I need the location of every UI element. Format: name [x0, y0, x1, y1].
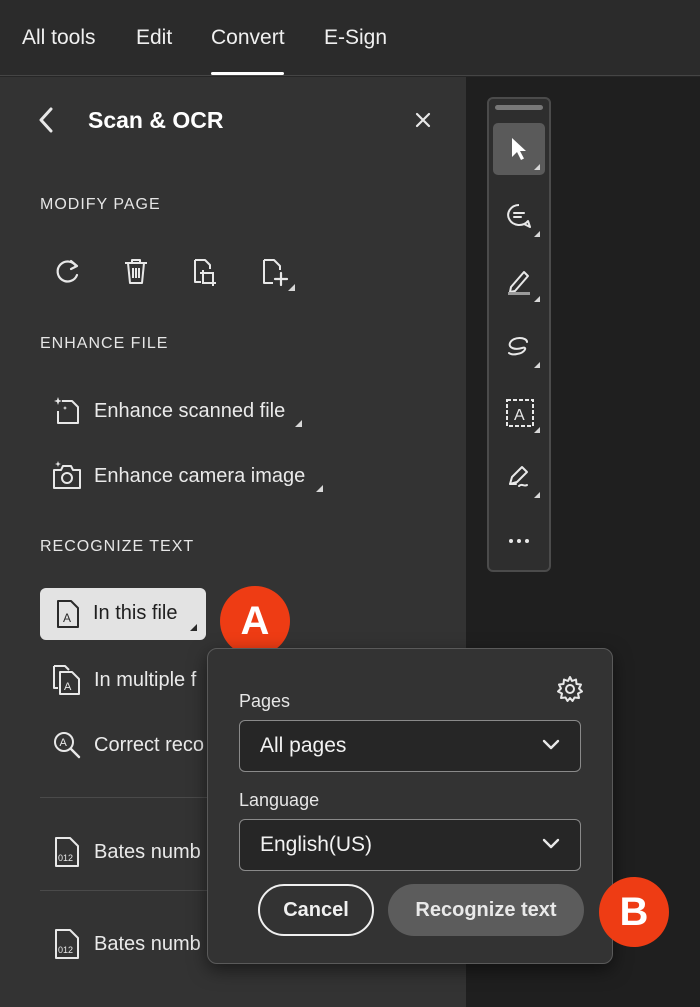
submenu-indicator: [534, 296, 540, 302]
recognize-text-button[interactable]: Recognize text: [388, 884, 584, 936]
select-tool-button[interactable]: [493, 123, 545, 175]
active-tab-indicator: [211, 72, 284, 75]
toolbar-grip[interactable]: [495, 105, 543, 110]
recognize-text-heading: RECOGNIZE TEXT: [40, 538, 195, 555]
text-select-icon: A: [506, 399, 534, 427]
tab-all-tools[interactable]: All tools: [22, 26, 96, 50]
comment-icon: [507, 204, 531, 228]
svg-text:A: A: [64, 681, 72, 693]
crop-page-icon[interactable]: [189, 256, 221, 288]
submenu-indicator: [534, 427, 540, 433]
callout-badge-a: A: [220, 586, 290, 656]
bates-number-icon: 012: [55, 837, 79, 867]
bates-numbering-item[interactable]: Bates numb: [94, 841, 201, 864]
modify-page-heading: MODIFY PAGE: [40, 196, 161, 213]
pages-select[interactable]: All pages: [239, 720, 581, 772]
correct-text-icon: A: [54, 732, 81, 759]
callout-badge-b: B: [599, 877, 669, 947]
sign-icon: [509, 466, 528, 487]
draw-lasso-icon: [508, 337, 528, 356]
select-pointer-icon: [512, 138, 526, 160]
highlight-tool-button[interactable]: [493, 255, 545, 307]
enhance-camera-icon: [53, 461, 81, 489]
enhance-scan-icon: [54, 397, 79, 424]
highlight-icon: [508, 271, 530, 295]
svg-text:012: 012: [58, 945, 73, 955]
chevron-down-icon: [542, 838, 560, 849]
comment-tool-button[interactable]: [493, 190, 545, 242]
submenu-indicator: [190, 624, 197, 631]
correct-recognized-text-item[interactable]: Correct reco: [94, 734, 204, 757]
panel-title: Scan & OCR: [88, 107, 224, 133]
chevron-down-icon: [542, 739, 560, 750]
text-file-icon: A: [57, 600, 79, 628]
enhance-scanned-file-item[interactable]: Enhance scanned file: [94, 400, 285, 423]
submenu-indicator: [316, 485, 323, 492]
draw-tool-button[interactable]: [493, 321, 545, 373]
in-this-file-label: In this file: [93, 602, 178, 624]
in-multiple-files-item[interactable]: In multiple f: [94, 669, 196, 692]
svg-text:A: A: [63, 611, 71, 625]
submenu-indicator: [534, 164, 540, 170]
cancel-button[interactable]: Cancel: [258, 884, 374, 936]
gear-icon[interactable]: [556, 675, 584, 703]
svg-text:A: A: [60, 737, 68, 749]
chevron-left-icon[interactable]: [34, 107, 60, 133]
submenu-indicator: [534, 362, 540, 368]
svg-text:A: A: [514, 407, 525, 424]
more-tools-button[interactable]: [493, 515, 545, 567]
language-select[interactable]: English(US): [239, 819, 581, 871]
pages-select-value: All pages: [260, 734, 347, 757]
top-tab-bar: All tools Edit Convert E-Sign: [0, 0, 700, 76]
recognize-text-popover: Pages All pages Language English(US) Can…: [207, 648, 613, 964]
text-select-tool-button[interactable]: A: [493, 386, 545, 438]
submenu-indicator: [534, 231, 540, 237]
language-select-value: English(US): [260, 833, 373, 856]
tab-edit[interactable]: Edit: [136, 26, 172, 50]
tab-esign[interactable]: E-Sign: [324, 26, 387, 50]
delete-icon[interactable]: [121, 256, 151, 286]
enhance-camera-image-item[interactable]: Enhance camera image: [94, 465, 305, 488]
in-this-file-item[interactable]: A In this file: [40, 588, 206, 640]
svg-text:012: 012: [58, 853, 73, 863]
tab-convert[interactable]: Convert: [211, 26, 285, 50]
floating-toolbar: A: [487, 97, 551, 572]
submenu-indicator: [534, 492, 540, 498]
sign-tool-button[interactable]: [493, 451, 545, 503]
language-label: Language: [239, 790, 320, 810]
rotate-icon[interactable]: [52, 257, 82, 287]
bates-number-icon: 012: [55, 929, 79, 959]
bates-numbering-item[interactable]: Bates numb: [94, 933, 201, 956]
submenu-indicator: [295, 420, 302, 427]
multiple-files-icon: A: [53, 665, 80, 695]
close-icon[interactable]: [412, 109, 434, 131]
pages-label: Pages: [239, 691, 291, 711]
insert-page-icon[interactable]: [259, 256, 295, 292]
enhance-file-heading: ENHANCE FILE: [40, 335, 169, 352]
more-icon: [509, 539, 529, 543]
